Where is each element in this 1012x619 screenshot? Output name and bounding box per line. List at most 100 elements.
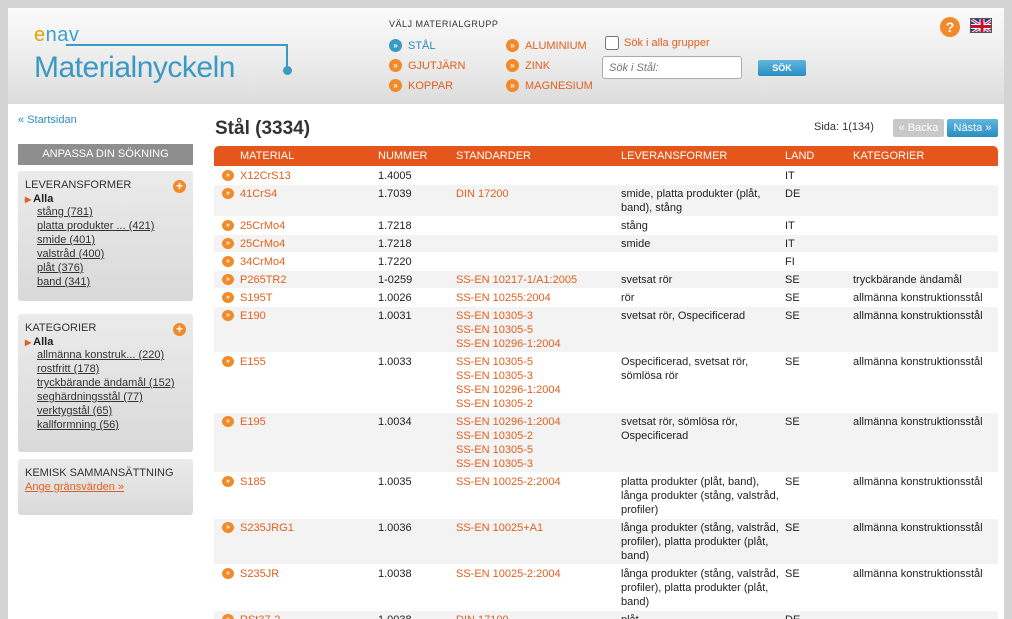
filter-item[interactable]: valstråd (400) <box>37 247 186 261</box>
table-row[interactable]: » 34CrMo4 1.7220 FI <box>214 253 998 271</box>
material-link[interactable]: S185 <box>240 475 266 489</box>
material-link[interactable]: E195 <box>240 415 266 429</box>
chevron-right-icon[interactable]: » <box>222 256 234 267</box>
group-zink[interactable]: » ZINK <box>506 59 550 72</box>
help-icon[interactable]: ? <box>940 17 960 37</box>
filter-all[interactable]: ▶ Alla <box>25 336 186 348</box>
column-header[interactable]: LAND <box>785 150 814 162</box>
material-link[interactable]: S195T <box>240 291 272 305</box>
group-gjutjarn[interactable]: » GJUTJÄRN <box>389 59 465 72</box>
chevron-right-icon[interactable]: » <box>222 220 234 231</box>
column-header[interactable]: LEVERANSFORMER <box>621 150 727 162</box>
material-link[interactable]: E190 <box>240 309 266 323</box>
filter-item[interactable]: plåt (376) <box>37 261 186 275</box>
next-button[interactable]: Nästa » <box>947 119 998 137</box>
table-row[interactable]: » E190 1.0031 SS-EN 10305-3 SS-EN 10305-5 S… <box>214 307 998 353</box>
material-link[interactable]: S235JR <box>240 567 279 581</box>
column-header[interactable]: KATEGORIER <box>853 150 924 162</box>
column-header[interactable]: MATERIAL <box>240 150 294 162</box>
chevron-right-icon[interactable]: » <box>222 522 234 533</box>
chevron-right-icon[interactable]: » <box>222 356 234 367</box>
back-button[interactable]: « Backa <box>893 119 944 137</box>
chevron-right-icon[interactable]: » <box>222 310 234 321</box>
plus-icon[interactable]: + <box>173 323 186 336</box>
category: allmänna konstruktionsstål <box>853 310 983 322</box>
standard-link[interactable]: SS-EN 10025+A1 <box>456 521 543 535</box>
chevron-right-icon[interactable]: » <box>222 416 234 427</box>
column-header[interactable]: STANDARDER <box>456 150 531 162</box>
standard-link[interactable]: SS-EN 10296-1:2004 SS-EN 10305-2 SS-EN 1… <box>456 415 561 471</box>
table-row[interactable]: » 41CrS4 1.7039 DIN 17200 smide, platta prod… <box>214 185 998 217</box>
search-input[interactable] <box>602 56 742 79</box>
table-row[interactable]: » 25CrMo4 1.7218 smide IT <box>214 235 998 253</box>
breadcrumb[interactable]: « Startsidan <box>18 114 77 126</box>
material-link[interactable]: P265TR2 <box>240 273 286 287</box>
chevron-right-icon[interactable]: » <box>222 568 234 579</box>
table-row[interactable]: » P265TR2 1-0259 SS-EN 10217-1/A1:2005 svets… <box>214 271 998 289</box>
chevron-right-icon[interactable]: » <box>222 614 234 619</box>
filter-item[interactable]: band (341) <box>37 275 186 289</box>
uk-flag-icon[interactable] <box>970 18 992 33</box>
search-all-groups[interactable]: Sök i alla grupper <box>605 36 710 50</box>
column-header[interactable]: NUMMER <box>378 150 428 162</box>
set-limits-link[interactable]: Ange gränsvärden » <box>25 481 186 493</box>
group-magnesium[interactable]: » MAGNESIUM <box>506 79 593 92</box>
chevron-right-icon[interactable]: » <box>222 274 234 285</box>
filter-item[interactable]: rostfritt (178) <box>37 362 186 376</box>
site-logo[interactable]: Materialnyckeln <box>34 51 235 85</box>
standard-link[interactable]: DIN 17100 <box>456 613 509 619</box>
country: SE <box>785 356 800 368</box>
material-link[interactable]: X12CrS13 <box>240 169 291 183</box>
table-row[interactable]: » S195T 1.0026 SS-EN 10255:2004 rör SE allmänn… <box>214 289 998 307</box>
filter-item[interactable]: verktygstål (65) <box>37 404 186 418</box>
group-aluminium[interactable]: » ALUMINIUM <box>506 39 587 52</box>
filter-item[interactable]: seghärdningsstål (77) <box>37 390 186 404</box>
chevron-right-icon[interactable]: » <box>222 188 234 199</box>
delivery-forms: svetsat rör, sömlösa rör, Ospecificerad <box>621 416 738 442</box>
filter-item[interactable]: tryckbärande ändamål (152) <box>37 376 186 390</box>
table-row[interactable]: » X12CrS13 1.4005 IT <box>214 167 998 185</box>
table-row[interactable]: » E155 1.0033 SS-EN 10305-5 SS-EN 10305-3 S… <box>214 353 998 413</box>
material-link[interactable]: 25CrMo4 <box>240 219 285 233</box>
standard-link[interactable]: SS-EN 10217-1/A1:2005 <box>456 273 577 287</box>
material-link[interactable]: S235JRG1 <box>240 521 294 535</box>
material-number: 1.0026 <box>378 292 412 304</box>
filter-item[interactable]: smide (401) <box>37 233 186 247</box>
material-link[interactable]: RSt37-2 <box>240 613 280 619</box>
chevron-right-icon[interactable]: » <box>222 238 234 249</box>
country: SE <box>785 476 800 488</box>
table-row[interactable]: » S235JR 1.0038 SS-EN 10025-2:2004 långa pro… <box>214 565 998 611</box>
standard-link[interactable]: SS-EN 10255:2004 <box>456 291 551 305</box>
chevron-right-icon[interactable]: » <box>222 292 234 303</box>
group-koppar[interactable]: » KOPPAR <box>389 79 453 92</box>
country: SE <box>785 292 800 304</box>
filter-item[interactable]: stång (781) <box>37 205 186 219</box>
table-row[interactable]: » E195 1.0034 SS-EN 10296-1:2004 SS-EN 1030… <box>214 413 998 473</box>
plus-icon[interactable]: + <box>173 180 186 193</box>
filter-item[interactable]: platta produkter ... (421) <box>37 219 186 233</box>
standard-link[interactable]: SS-EN 10305-5 SS-EN 10305-3 SS-EN 10296-… <box>456 355 561 411</box>
standard-link[interactable]: DIN 17200 <box>456 187 509 201</box>
chevron-right-icon[interactable]: » <box>222 476 234 487</box>
group-stal[interactable]: » STÅL <box>389 39 436 52</box>
filter-item[interactable]: allmänna konstruk... (220) <box>37 348 186 362</box>
filter-item[interactable]: kallformning (56) <box>37 418 186 432</box>
table-row[interactable]: » S235JRG1 1.0036 SS-EN 10025+A1 långa produ… <box>214 519 998 565</box>
standard-link[interactable]: SS-EN 10025-2:2004 <box>456 567 561 581</box>
table-row[interactable]: » S185 1.0035 SS-EN 10025-2:2004 platta prod… <box>214 473 998 519</box>
logo-decoration-dot <box>283 66 292 75</box>
table-row[interactable]: » 25CrMo4 1.7218 stång IT <box>214 217 998 235</box>
standard-link[interactable]: SS-EN 10025-2:2004 <box>456 475 561 489</box>
material-link[interactable]: 34CrMo4 <box>240 255 285 269</box>
search-all-checkbox[interactable] <box>605 36 619 50</box>
material-link[interactable]: 41CrS4 <box>240 187 277 201</box>
search-button[interactable]: SÖK <box>758 60 806 76</box>
chevron-right-icon: » <box>389 59 402 72</box>
material-link[interactable]: 25CrMo4 <box>240 237 285 251</box>
chevron-right-icon[interactable]: » <box>222 170 234 181</box>
standard-link[interactable]: SS-EN 10305-3 SS-EN 10305-5 SS-EN 10296-… <box>456 309 561 351</box>
filter-all[interactable]: ▶ Alla <box>25 193 186 205</box>
table-row[interactable]: » RSt37-2 1.0038 DIN 17100 plåtDE <box>214 611 998 619</box>
country: SE <box>785 274 800 286</box>
material-link[interactable]: E155 <box>240 355 266 369</box>
